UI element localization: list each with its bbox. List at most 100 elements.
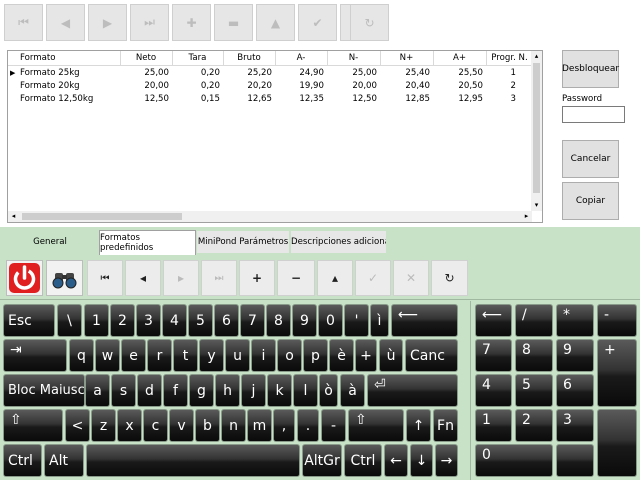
tab-general[interactable]: General	[4, 231, 96, 253]
key-shift-right[interactable]: ⇧	[348, 409, 404, 442]
key-q[interactable]: q	[69, 339, 94, 372]
numpad-minus[interactable]: -	[597, 304, 637, 337]
formats-grid[interactable]: Formato Neto Tara Bruto A- N- N+ A+ Prog…	[7, 50, 543, 223]
numpad-5[interactable]: 5	[515, 374, 553, 407]
key-r[interactable]: r	[147, 339, 172, 372]
numpad-0[interactable]: 0	[475, 444, 553, 477]
table-row[interactable]: Formato 20kg 20,00 0,20 20,20 19,90 20,0…	[8, 79, 533, 92]
numpad-backspace[interactable]: ⟵	[475, 304, 512, 337]
vertical-scrollbar[interactable]: ▴ ▾	[531, 51, 542, 211]
key-8[interactable]: 8	[266, 304, 291, 337]
tab-descripciones-adicionales[interactable]: Descripciones adicionales	[291, 231, 386, 253]
table-row[interactable]: ▶ Formato 25kg 25,00 0,20 25,20 24,90 25,…	[8, 66, 533, 80]
key-u[interactable]: u	[225, 339, 250, 372]
key-o[interactable]: o	[277, 339, 302, 372]
key-n[interactable]: n	[221, 409, 246, 442]
key-backspace[interactable]: ⟵	[391, 304, 458, 337]
numpad-4[interactable]: 4	[475, 374, 512, 407]
nav-refresh-button[interactable]: ↻	[431, 260, 468, 296]
key-1[interactable]: 1	[84, 304, 109, 337]
key-i-grave[interactable]: ì	[370, 304, 389, 337]
key-less-than[interactable]: <	[65, 409, 90, 442]
horizontal-scrollbar[interactable]: ◂ ▸	[8, 211, 532, 222]
key-5[interactable]: 5	[188, 304, 213, 337]
key-alt[interactable]: Alt	[44, 444, 84, 477]
key-fn[interactable]: Fn	[433, 409, 458, 442]
key-caps-lock[interactable]: Bloc Maiusc	[3, 374, 85, 407]
refresh-record-button[interactable]: ↻	[350, 4, 389, 41]
column-header[interactable]: N+	[380, 51, 434, 66]
key-g[interactable]: g	[189, 374, 214, 407]
numpad-6[interactable]: 6	[556, 374, 594, 407]
key-y[interactable]: y	[199, 339, 224, 372]
scroll-thumb[interactable]	[22, 213, 182, 220]
key-ctrl-right[interactable]: Ctrl	[344, 444, 382, 477]
key-enter[interactable]: ⏎	[367, 374, 458, 407]
insert-record-button[interactable]: ✚	[172, 4, 211, 41]
scroll-left-icon[interactable]: ◂	[8, 211, 19, 222]
key-7[interactable]: 7	[240, 304, 265, 337]
column-header[interactable]: A+	[433, 51, 487, 66]
numpad-3[interactable]: 3	[556, 409, 594, 442]
cancel-button[interactable]: Cancelar	[562, 140, 619, 178]
key-b[interactable]: b	[195, 409, 220, 442]
copy-button[interactable]: Copiar	[562, 182, 619, 220]
nav-cancel-button[interactable]: ✕	[393, 260, 429, 296]
key-j[interactable]: j	[241, 374, 266, 407]
key-canc[interactable]: Canc	[405, 339, 458, 372]
key-m[interactable]: m	[247, 409, 272, 442]
key-s[interactable]: s	[111, 374, 136, 407]
numpad-9[interactable]: 9	[556, 339, 594, 372]
key-arrow-up[interactable]: ↑	[406, 409, 431, 442]
edit-record-button[interactable]: ▲	[256, 4, 295, 41]
key-period[interactable]: .	[297, 409, 319, 442]
password-field[interactable]	[562, 106, 625, 123]
power-button[interactable]	[6, 260, 43, 296]
numpad-enter[interactable]	[597, 409, 637, 477]
post-record-button[interactable]: ✔	[298, 4, 337, 41]
key-2[interactable]: 2	[110, 304, 135, 337]
search-button[interactable]	[46, 260, 83, 296]
key-e-grave[interactable]: è	[329, 339, 354, 372]
scroll-right-icon[interactable]: ▸	[521, 211, 532, 222]
nav-first-button[interactable]: ⏮	[87, 260, 123, 296]
numpad-divide[interactable]: /	[515, 304, 553, 337]
prev-record-button[interactable]: ◀	[46, 4, 85, 41]
table-row[interactable]: Formato 12,50kg 12,50 0,15 12,65 12,35 1…	[8, 92, 533, 105]
numpad-decimal[interactable]	[556, 444, 594, 477]
scroll-thumb[interactable]	[533, 63, 540, 193]
key-backslash[interactable]: \	[57, 304, 82, 337]
key-minus[interactable]: -	[321, 409, 346, 442]
key-o-grave[interactable]: ò	[319, 374, 338, 407]
key-comma[interactable]: ,	[273, 409, 295, 442]
key-esc[interactable]: Esc	[3, 304, 55, 337]
key-arrow-right[interactable]: →	[435, 444, 458, 477]
numpad-2[interactable]: 2	[515, 409, 553, 442]
column-header[interactable]: Tara	[172, 51, 224, 66]
unlock-button[interactable]: Desbloquear	[562, 50, 619, 88]
key-e[interactable]: e	[121, 339, 146, 372]
delete-record-button[interactable]: ▬	[214, 4, 253, 41]
key-w[interactable]: w	[95, 339, 120, 372]
last-record-button[interactable]: ⏭	[130, 4, 169, 41]
column-header[interactable]: N-	[327, 51, 381, 66]
key-l[interactable]: l	[293, 374, 318, 407]
key-apostrophe[interactable]: '	[344, 304, 369, 337]
key-tab[interactable]: ⇥	[3, 339, 67, 372]
key-x[interactable]: x	[117, 409, 142, 442]
next-record-button[interactable]: ▶	[88, 4, 127, 41]
key-0[interactable]: 0	[318, 304, 343, 337]
key-shift-left[interactable]: ⇧	[3, 409, 63, 442]
nav-ok-button[interactable]: ✓	[355, 260, 391, 296]
key-space[interactable]	[86, 444, 300, 477]
tab-minipond-parametros[interactable]: MiniPond Parámetros	[197, 231, 289, 253]
column-header[interactable]: Formato	[8, 51, 121, 66]
nav-prev-button[interactable]: ◂	[125, 260, 161, 296]
scroll-up-icon[interactable]: ▴	[531, 51, 542, 62]
column-header[interactable]: Neto	[120, 51, 173, 66]
column-header[interactable]: Bruto	[223, 51, 276, 66]
key-v[interactable]: v	[169, 409, 194, 442]
nav-next-button[interactable]: ▸	[163, 260, 199, 296]
key-arrow-left[interactable]: ←	[384, 444, 408, 477]
nav-last-button[interactable]: ⏭	[201, 260, 237, 296]
